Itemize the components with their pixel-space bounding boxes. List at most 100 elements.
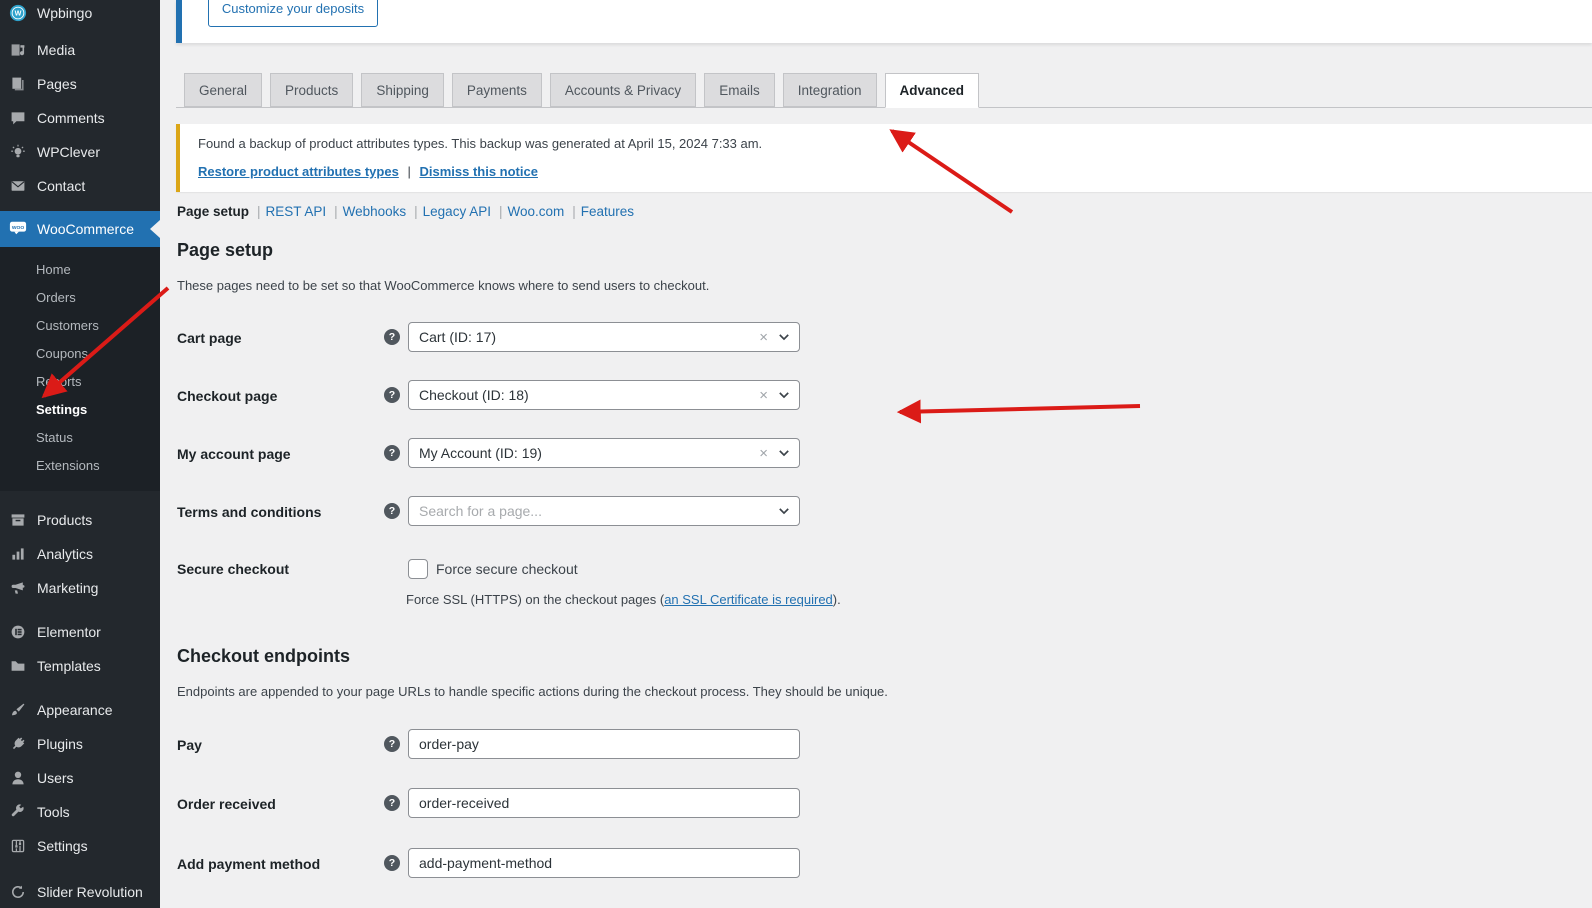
- pay-endpoint-input[interactable]: [408, 729, 800, 759]
- advanced-subnav: Page setup|REST API|Webhooks|Legacy API|…: [177, 204, 634, 219]
- sidebar-item-products[interactable]: Products: [0, 503, 160, 537]
- sidebar-item-label: WooCommerce: [37, 221, 134, 237]
- sidebar-item-label: Elementor: [37, 624, 101, 640]
- contact-icon: [9, 177, 27, 195]
- sidebar-item-settings[interactable]: Settings: [0, 396, 160, 424]
- subnav-rest-api[interactable]: REST API: [266, 204, 327, 219]
- templates-icon: [9, 657, 27, 675]
- field-label: Cart page: [177, 330, 242, 346]
- help-icon[interactable]: ?: [384, 445, 400, 461]
- page-setup-title: Page setup: [177, 240, 273, 261]
- subnav-legacy-api[interactable]: Legacy API: [423, 204, 491, 219]
- comments-icon: [9, 109, 27, 127]
- field-label: Pay: [177, 737, 202, 753]
- sidebar-item-settings[interactable]: Settings: [0, 829, 160, 863]
- products-icon: [9, 511, 27, 529]
- sidebar-item-reports[interactable]: Reports: [0, 368, 160, 396]
- clear-selection-icon[interactable]: ×: [759, 329, 768, 346]
- tab-advanced[interactable]: Advanced: [885, 73, 980, 108]
- sidebar-item-label: Appearance: [37, 702, 113, 718]
- terms-page-select[interactable]: Search for a page...: [408, 496, 800, 526]
- subnav-features[interactable]: Features: [581, 204, 634, 219]
- field-row-order-received: Order received ?: [177, 788, 1592, 820]
- sidebar-item-appearance[interactable]: Appearance: [0, 693, 160, 727]
- selected-value: Checkout (ID: 18): [419, 387, 759, 403]
- order-received-endpoint-input[interactable]: [408, 788, 800, 818]
- sidebar-item-users[interactable]: Users: [0, 761, 160, 795]
- restore-attributes-link[interactable]: Restore product attributes types: [198, 164, 399, 179]
- field-label: Secure checkout: [177, 561, 289, 577]
- analytics-icon: [9, 545, 27, 563]
- subnav-woo-com[interactable]: Woo.com: [507, 204, 564, 219]
- sidebar-item-analytics[interactable]: Analytics: [0, 537, 160, 571]
- sidebar-item-label: Products: [37, 512, 92, 528]
- sidebar-item-label: Wpbingo: [37, 5, 92, 21]
- backup-warning-notice: Found a backup of product attributes typ…: [176, 124, 1592, 192]
- plugins-icon: [9, 735, 27, 753]
- sidebar-item-marketing[interactable]: Marketing: [0, 571, 160, 605]
- sidebar-item-elementor[interactable]: Elementor: [0, 615, 160, 649]
- sidebar-item-site[interactable]: W Wpbingo: [0, 0, 160, 26]
- force-secure-checkout-checkbox[interactable]: [408, 559, 428, 579]
- dismiss-notice-link[interactable]: Dismiss this notice: [419, 164, 537, 179]
- sidebar-item-label: Settings: [37, 838, 88, 854]
- clear-selection-icon[interactable]: ×: [759, 387, 768, 404]
- media-icon: [9, 41, 27, 59]
- woocommerce-submenu: Home Orders Customers Coupons Reports Se…: [0, 247, 160, 491]
- sidebar-item-home[interactable]: Home: [0, 256, 160, 284]
- page-setup-description: These pages need to be set so that WooCo…: [177, 278, 709, 293]
- tab-shipping[interactable]: Shipping: [361, 73, 444, 107]
- tab-accounts-privacy[interactable]: Accounts & Privacy: [550, 73, 696, 107]
- sidebar-item-label: Templates: [37, 658, 101, 674]
- sidebar-item-media[interactable]: Media: [0, 33, 160, 67]
- sidebar-item-orders[interactable]: Orders: [0, 284, 160, 312]
- tab-payments[interactable]: Payments: [452, 73, 542, 107]
- main-content: Customize your deposits General Products…: [160, 0, 1592, 908]
- sidebar-item-pages[interactable]: Pages: [0, 67, 160, 101]
- cart-page-select[interactable]: Cart (ID: 17) ×: [408, 322, 800, 352]
- sidebar-item-wpclever[interactable]: WPClever: [0, 135, 160, 169]
- sidebar-item-slider-revolution[interactable]: Slider Revolution: [0, 875, 160, 908]
- sidebar-item-coupons[interactable]: Coupons: [0, 340, 160, 368]
- sidebar-item-tools[interactable]: Tools: [0, 795, 160, 829]
- sidebar-item-customers[interactable]: Customers: [0, 312, 160, 340]
- appearance-icon: [9, 701, 27, 719]
- help-icon[interactable]: ?: [384, 855, 400, 871]
- field-row-secure-checkout: Secure checkout Force secure checkout: [177, 559, 1592, 591]
- tab-emails[interactable]: Emails: [704, 73, 775, 107]
- my-account-page-select[interactable]: My Account (ID: 19) ×: [408, 438, 800, 468]
- sidebar-item-comments[interactable]: Comments: [0, 101, 160, 135]
- add-payment-method-endpoint-input[interactable]: [408, 848, 800, 878]
- field-label: Order received: [177, 796, 276, 812]
- sidebar-item-status[interactable]: Status: [0, 424, 160, 452]
- svg-text:W: W: [15, 9, 22, 18]
- elementor-icon: [9, 623, 27, 641]
- customize-deposits-button[interactable]: Customize your deposits: [208, 0, 378, 27]
- subnav-webhooks[interactable]: Webhooks: [343, 204, 407, 219]
- backup-message: Found a backup of product attributes typ…: [198, 136, 762, 151]
- checkout-page-select[interactable]: Checkout (ID: 18) ×: [408, 380, 800, 410]
- help-icon[interactable]: ?: [384, 387, 400, 403]
- selected-value: My Account (ID: 19): [419, 445, 759, 461]
- sidebar-item-extensions[interactable]: Extensions: [0, 452, 160, 480]
- help-icon[interactable]: ?: [384, 795, 400, 811]
- help-icon[interactable]: ?: [384, 503, 400, 519]
- sidebar-item-label: Comments: [37, 110, 105, 126]
- help-icon[interactable]: ?: [384, 736, 400, 752]
- tab-products[interactable]: Products: [270, 73, 353, 107]
- help-icon[interactable]: ?: [384, 329, 400, 345]
- field-label: Terms and conditions: [177, 504, 321, 520]
- subnav-separator: |: [572, 204, 576, 219]
- pages-icon: [9, 75, 27, 93]
- ssl-certificate-link[interactable]: an SSL Certificate is required: [664, 592, 833, 607]
- tab-general[interactable]: General: [184, 73, 262, 107]
- sidebar-item-woocommerce[interactable]: WOO WooCommerce: [0, 211, 160, 247]
- sidebar-item-templates[interactable]: Templates: [0, 649, 160, 683]
- subnav-page-setup[interactable]: Page setup: [177, 204, 249, 219]
- slider-revolution-icon: [9, 883, 27, 901]
- clear-selection-icon[interactable]: ×: [759, 445, 768, 462]
- sidebar-item-plugins[interactable]: Plugins: [0, 727, 160, 761]
- tab-integration[interactable]: Integration: [783, 73, 877, 107]
- checkout-endpoints-description: Endpoints are appended to your page URLs…: [177, 684, 888, 699]
- sidebar-item-contact[interactable]: Contact: [0, 169, 160, 203]
